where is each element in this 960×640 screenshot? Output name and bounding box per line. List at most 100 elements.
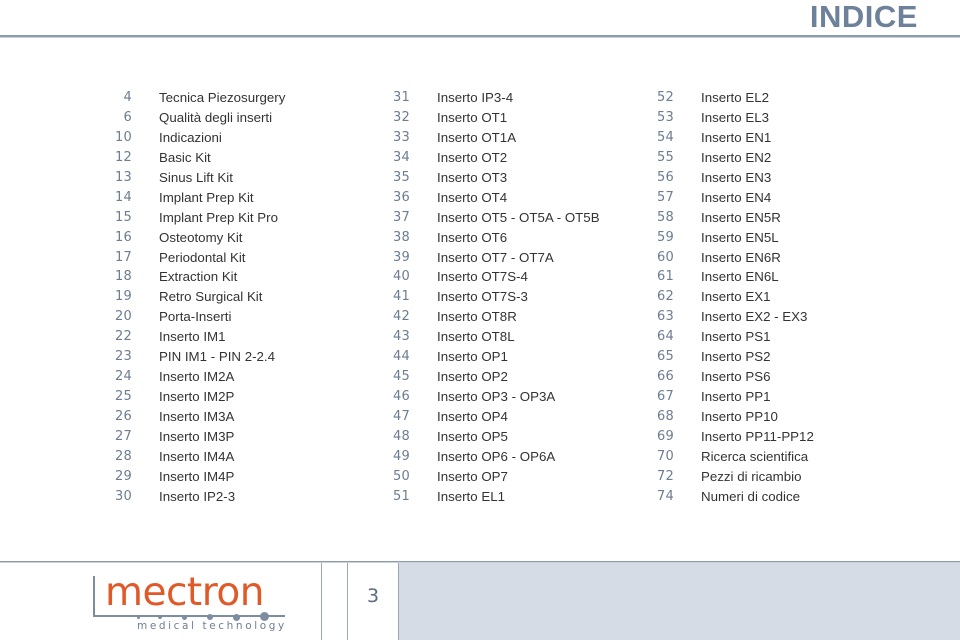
index-row-page: 69 [657, 428, 674, 444]
index-row-page: 46 [393, 389, 410, 405]
index-row[interactable]: 69 Inserto PP11-PP12 [650, 427, 814, 447]
index-row[interactable]: 41 Inserto OT7S-3 [386, 287, 600, 307]
page-number-cell: 3 [347, 563, 399, 640]
index-row[interactable]: 15 Implant Prep Kit Pro [108, 208, 285, 228]
index-row-page: 62 [657, 289, 674, 305]
index-row[interactable]: 52 Inserto EL2 [650, 88, 814, 108]
index-row[interactable]: 32 Inserto OT1 [386, 108, 600, 128]
index-row-page: 42 [393, 309, 410, 325]
index-row[interactable]: 25 Inserto IM2P [108, 387, 285, 407]
index-row[interactable]: 60 Inserto EN6R [650, 248, 814, 268]
index-row-page: 28 [115, 448, 132, 464]
index-row[interactable]: 31 Inserto IP3-4 [386, 88, 600, 108]
index-row[interactable]: 44 Inserto OP1 [386, 347, 600, 367]
index-row-label: Inserto OT8L [437, 329, 515, 345]
index-row-label: Tecnica Piezosurgery [159, 90, 286, 105]
index-row[interactable]: 51 Inserto EL1 [386, 487, 600, 507]
index-row-label: Inserto EN5R [701, 209, 781, 225]
index-row-page: 4 [123, 90, 132, 105]
index-row-page: 48 [393, 428, 410, 444]
index-row[interactable]: 23 PIN IM1 - PIN 2-2.4 [108, 347, 285, 367]
index-row[interactable]: 74 Numeri di codice [650, 487, 814, 507]
index-row[interactable]: 4 Tecnica Piezosurgery [108, 88, 286, 108]
index-row[interactable]: 72 Pezzi di ricambio [650, 467, 814, 487]
index-row-label: PIN IM1 - PIN 2-2.4 [159, 349, 276, 365]
index-row[interactable]: 64 Inserto PS1 [650, 327, 814, 347]
index-row[interactable]: 38 Inserto OT6 [386, 228, 600, 248]
index-row-label: Basic Kit [159, 149, 211, 165]
index-row-label: Inserto OT7S-4 [437, 269, 528, 285]
index-row-page: 38 [393, 229, 410, 245]
index-row[interactable]: 34 Inserto OT2 [386, 148, 600, 168]
index-row-page: 56 [657, 169, 674, 185]
index-row[interactable]: 59 Inserto EN5L [650, 228, 814, 248]
logo-dot [158, 615, 162, 619]
index-row[interactable]: 55 Inserto EN2 [650, 148, 814, 168]
index-row-label: Extraction Kit [159, 269, 238, 285]
index-row[interactable]: 57 Inserto EN4 [650, 188, 814, 208]
index-row[interactable]: 27 Inserto IM3P [108, 427, 285, 447]
index-row[interactable]: 33 Inserto OT1A [386, 128, 600, 148]
index-row[interactable]: 53 Inserto EL3 [650, 108, 814, 128]
index-row[interactable]: 6 Qualità degli inserti [108, 108, 285, 128]
index-row[interactable]: 65 Inserto PS2 [650, 347, 814, 367]
index-row[interactable]: 49 Inserto OP6 - OP6A [386, 447, 600, 467]
index-row[interactable]: 66 Inserto PS6 [650, 367, 814, 387]
index-row[interactable]: 12 Basic Kit [108, 148, 285, 168]
index-row[interactable]: 54 Inserto EN1 [650, 128, 814, 148]
index-row[interactable]: 58 Inserto EN5R [650, 208, 814, 228]
index-row[interactable]: 29 Inserto IM4P [108, 467, 285, 487]
index-row[interactable]: 13 Sinus Lift Kit [108, 168, 285, 188]
index-row-page: 74 [657, 488, 674, 504]
index-row[interactable]: 62 Inserto EX1 [650, 287, 814, 307]
index-row[interactable]: 39 Inserto OT7 - OT7A [386, 248, 600, 268]
index-row[interactable]: 30 Inserto IP2-3 [108, 487, 285, 507]
index-row[interactable]: 14 Implant Prep Kit [108, 188, 285, 208]
index-row[interactable]: 61 Inserto EN6L [650, 267, 814, 287]
index-row[interactable]: 70 Ricerca scientifica [650, 447, 814, 467]
index-row[interactable]: 42 Inserto OT8R [386, 307, 600, 327]
footer-color-block [399, 563, 960, 640]
index-row[interactable]: 40 Inserto OT7S-4 [386, 267, 600, 287]
index-row-page: 36 [393, 189, 410, 205]
index-row[interactable]: 19 Retro Surgical Kit [108, 287, 285, 307]
index-row[interactable]: 48 Inserto OP5 [386, 427, 600, 447]
index-row-label: Inserto OT7S-3 [437, 289, 528, 305]
index-row[interactable]: 50 Inserto OP7 [386, 467, 600, 487]
index-row[interactable]: 18 Extraction Kit [108, 267, 285, 287]
index-row[interactable]: 37 Inserto OT5 - OT5A - OT5B [386, 208, 600, 228]
index-row[interactable]: 10 Indicazioni [108, 128, 285, 148]
index-row-page: 12 [115, 149, 132, 165]
index-row[interactable]: 28 Inserto IM4A [108, 447, 285, 467]
index-row-page: 50 [393, 468, 410, 484]
index-row[interactable]: 68 Inserto PP10 [650, 407, 814, 427]
index-row[interactable]: 43 Inserto OT8L [386, 327, 600, 347]
index-row[interactable]: 56 Inserto EN3 [650, 168, 814, 188]
index-row[interactable]: 16 Osteotomy Kit [108, 228, 285, 248]
index-row-label: Inserto IM2A [159, 369, 235, 385]
index-row[interactable]: 22 Inserto IM1 [108, 327, 285, 347]
index-row[interactable]: 47 Inserto OP4 [386, 407, 600, 427]
index-row-page: 31 [393, 90, 410, 105]
index-row[interactable]: 20 Porta-Inserti [108, 307, 285, 327]
index-row-label: Inserto PP10 [701, 409, 778, 424]
index-row[interactable]: 46 Inserto OP3 - OP3A [386, 387, 600, 407]
index-row[interactable]: 36 Inserto OT4 [386, 188, 600, 208]
index-row-page: 59 [657, 229, 674, 245]
index-row-page: 29 [115, 468, 132, 484]
index-row-page: 39 [393, 249, 410, 265]
index-row-page: 25 [115, 389, 132, 405]
index-row[interactable]: 63 Inserto EX2 - EX3 [650, 307, 814, 327]
index-row-label: Porta-Inserti [159, 309, 232, 325]
index-row[interactable]: 35 Inserto OT3 [386, 168, 600, 188]
index-row[interactable]: 45 Inserto OP2 [386, 367, 600, 387]
index-row[interactable]: 24 Inserto IM2A [108, 367, 285, 387]
index-row[interactable]: 26 Inserto IM3A [108, 407, 285, 427]
index-row-label: Inserto EN3 [701, 169, 772, 185]
index-row[interactable]: 17 Periodontal Kit [108, 248, 285, 268]
index-row-page: 35 [393, 169, 410, 185]
index-row-label: Inserto OT6 [437, 229, 508, 245]
index-row-label: Inserto OP2 [437, 369, 508, 385]
index-row-page: 44 [393, 349, 410, 365]
index-row[interactable]: 67 Inserto PP1 [650, 387, 814, 407]
